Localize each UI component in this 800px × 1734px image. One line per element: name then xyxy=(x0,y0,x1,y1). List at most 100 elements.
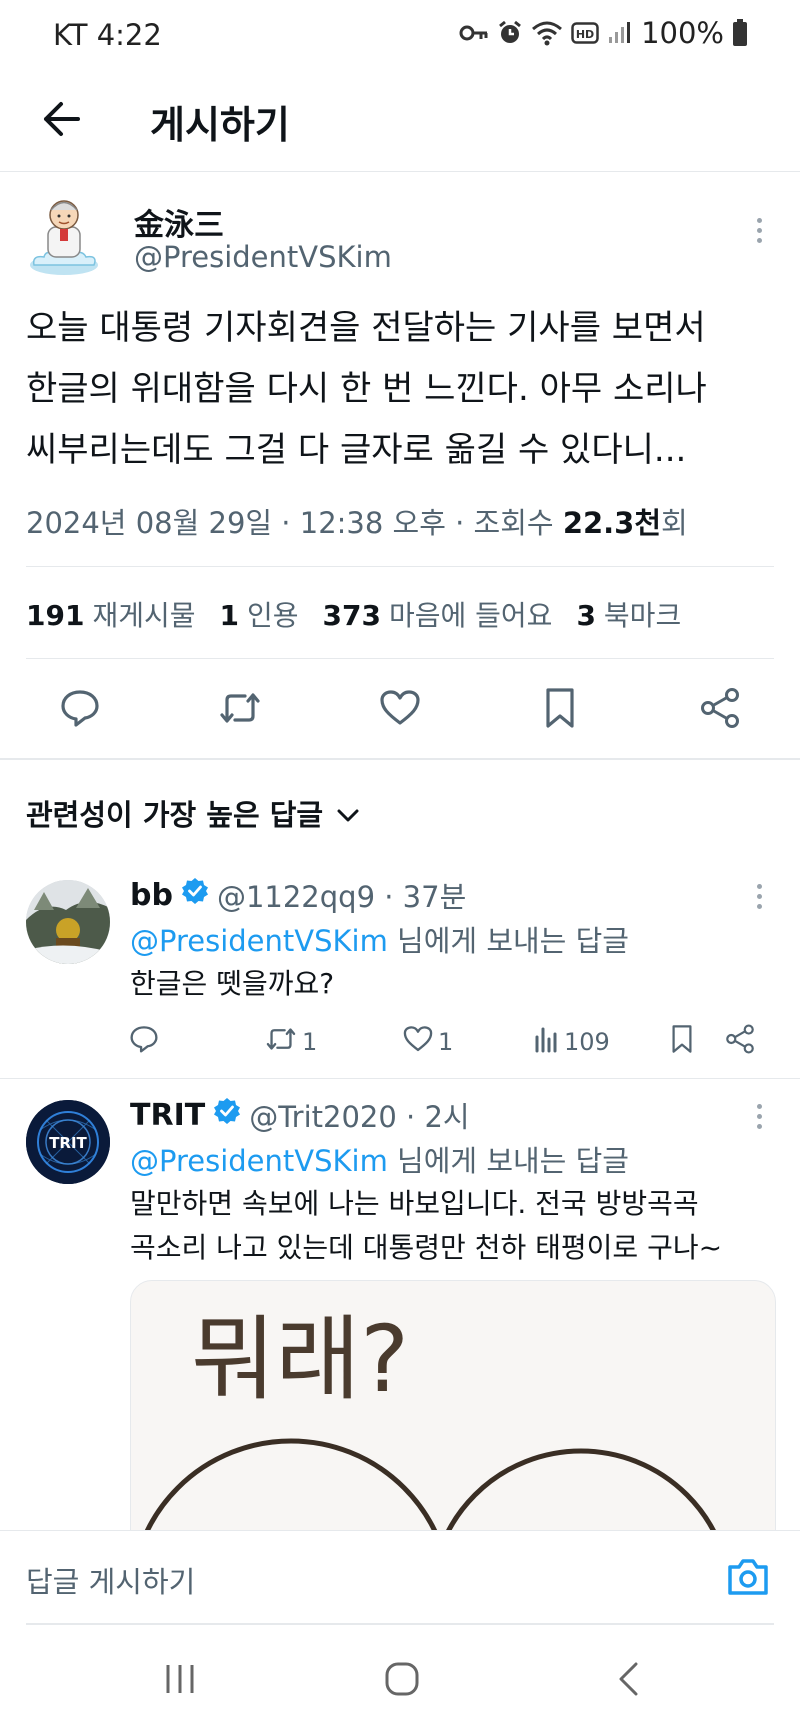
reply-button[interactable] xyxy=(128,1020,160,1064)
dot-icon xyxy=(756,237,762,243)
mention-link[interactable]: @PresidentVSKim xyxy=(130,1144,388,1178)
share-icon xyxy=(724,1023,756,1061)
back-button[interactable] xyxy=(36,96,86,146)
hd-icon: HD xyxy=(571,22,599,44)
avatar-text: TRIT xyxy=(49,1134,87,1152)
avatar[interactable]: TRIT xyxy=(26,1100,110,1184)
retweet-button[interactable] xyxy=(210,680,270,740)
camera-icon xyxy=(724,1559,772,1605)
image-text: 뭐래? xyxy=(191,1306,409,1413)
author-name[interactable]: 金泳三 xyxy=(134,200,224,244)
view-count: 109 xyxy=(564,1028,610,1056)
chevron-down-icon xyxy=(337,796,359,830)
retweet-label: 재게시물 xyxy=(92,599,196,632)
reply-sort-dropdown[interactable]: 관련성이 가장 높은 답글 xyxy=(26,792,359,834)
retweet-icon xyxy=(264,1023,298,1061)
bookmark-stat[interactable]: 3 북마크 xyxy=(576,594,681,634)
tweet-action-bar xyxy=(0,680,800,740)
retweet-stat[interactable]: 191 재게시물 xyxy=(26,594,196,634)
home-button[interactable] xyxy=(372,1656,432,1706)
camera-button[interactable] xyxy=(724,1553,772,1601)
status-icons: HD 100% xyxy=(459,16,748,50)
heart-icon xyxy=(378,686,422,734)
retweet-button[interactable]: 1 xyxy=(264,1020,317,1064)
view-count[interactable]: 22.3천 xyxy=(563,506,661,540)
tweet-text-line: 씨부리는데도 그걸 다 글자로 옮길 수 있다니... xyxy=(26,430,687,470)
reply-input[interactable]: 답글 게시하기 xyxy=(26,1559,195,1601)
retweet-count: 191 xyxy=(26,599,85,632)
reply-compose-bar: 답글 게시하기 xyxy=(0,1530,800,1626)
reply-button[interactable] xyxy=(50,680,110,740)
reply-text: 한글은 뗏을까요? xyxy=(130,962,334,1006)
system-nav-bar xyxy=(0,1626,800,1734)
arrow-left-icon xyxy=(41,101,81,141)
reply-media-image[interactable]: 뭐래? xyxy=(130,1280,776,1540)
quote-stat[interactable]: 1 인용 xyxy=(220,594,299,634)
author-handle[interactable]: @PresidentVSKim xyxy=(134,240,392,274)
dot-icon xyxy=(756,1103,762,1109)
like-button[interactable] xyxy=(370,680,430,740)
timestamp-text: 2024년 08월 29일 · 12:38 오후 · 조회수 xyxy=(26,506,563,540)
tweet-stats: 191 재게시물 1 인용 373 마음에 들어요 3 북마크 xyxy=(26,594,681,634)
more-options-button[interactable] xyxy=(744,1096,774,1136)
alarm-icon xyxy=(497,20,523,46)
home-icon xyxy=(384,1661,420,1701)
reply-header: TRIT @Trit2020 · 2시 xyxy=(130,1094,470,1136)
like-button[interactable]: 1 xyxy=(402,1020,453,1064)
reply-author-name[interactable]: bb xyxy=(130,878,173,913)
views-button[interactable]: 109 xyxy=(534,1020,610,1064)
section-divider xyxy=(0,758,800,760)
tweet-text-line: 오늘 대통령 기자회견을 전달하는 기사를 보면서 xyxy=(26,308,706,348)
more-options-button[interactable] xyxy=(744,210,774,250)
reply-text-line: 한글은 뗏을까요? xyxy=(130,967,335,1000)
mention-link[interactable]: @PresidentVSKim xyxy=(130,924,388,958)
like-count: 373 xyxy=(322,599,381,632)
replying-to: @PresidentVSKim 님에게 보내는 답글 xyxy=(130,918,629,960)
retweet-icon xyxy=(217,686,263,734)
share-button[interactable] xyxy=(690,680,750,740)
replying-to-suffix: 님에게 보내는 답글 xyxy=(387,924,629,958)
share-button[interactable] xyxy=(724,1020,756,1064)
share-icon xyxy=(698,686,742,734)
reply-author-name[interactable]: TRIT xyxy=(130,1098,205,1133)
reply-text-line: 말만하면 속보에 나는 바보입니다. 전국 방방곡곡 xyxy=(130,1187,699,1220)
page-title: 게시하기 xyxy=(150,103,290,147)
tweet-meta: 2024년 08월 29일 · 12:38 오후 · 조회수 22.3천회 xyxy=(26,500,688,542)
battery-icon xyxy=(732,19,748,47)
dot-icon xyxy=(756,1113,762,1119)
more-options-button[interactable] xyxy=(744,876,774,916)
wifi-icon xyxy=(531,20,563,46)
verified-badge-icon xyxy=(181,877,209,913)
bookmark-button[interactable] xyxy=(668,1020,696,1064)
divider xyxy=(0,1078,800,1079)
recent-apps-icon xyxy=(162,1663,198,1699)
heart-icon xyxy=(402,1023,434,1061)
system-back-button[interactable] xyxy=(598,1656,658,1706)
dot-icon xyxy=(756,1123,762,1129)
comment-icon xyxy=(58,686,102,734)
replying-to: @PresidentVSKim 님에게 보내는 답글 xyxy=(130,1138,629,1180)
view-suffix: 회 xyxy=(661,506,688,540)
avatar[interactable] xyxy=(26,880,110,964)
chevron-left-icon xyxy=(616,1661,640,1701)
divider xyxy=(26,566,774,567)
like-count: 1 xyxy=(438,1028,454,1056)
quote-label: 인용 xyxy=(246,599,299,632)
status-time: KT 4:22 xyxy=(53,18,162,52)
bookmark-button[interactable] xyxy=(530,680,590,740)
dot-icon xyxy=(756,903,762,909)
dot-icon xyxy=(756,227,762,233)
reply-action-bar: 1 1 109 xyxy=(118,1020,778,1064)
avatar[interactable] xyxy=(24,193,104,279)
status-bar: KT 4:22 HD 100% xyxy=(0,0,800,72)
like-stat[interactable]: 373 마음에 들어요 xyxy=(323,594,553,634)
reply-handle[interactable]: @Trit2020 · 2시 xyxy=(249,1094,469,1136)
bookmark-icon xyxy=(540,686,580,734)
key-icon xyxy=(459,22,489,44)
bookmark-label: 북마크 xyxy=(603,599,682,632)
reply-header: bb @1122qq9 · 37분 xyxy=(130,874,466,916)
reply-handle[interactable]: @1122qq9 · 37분 xyxy=(217,874,466,916)
dot-icon xyxy=(756,217,762,223)
tweet-text-line: 한글의 위대함을 다시 한 번 느낀다. 아무 소리나 xyxy=(26,369,707,409)
recent-apps-button[interactable] xyxy=(150,1656,210,1706)
